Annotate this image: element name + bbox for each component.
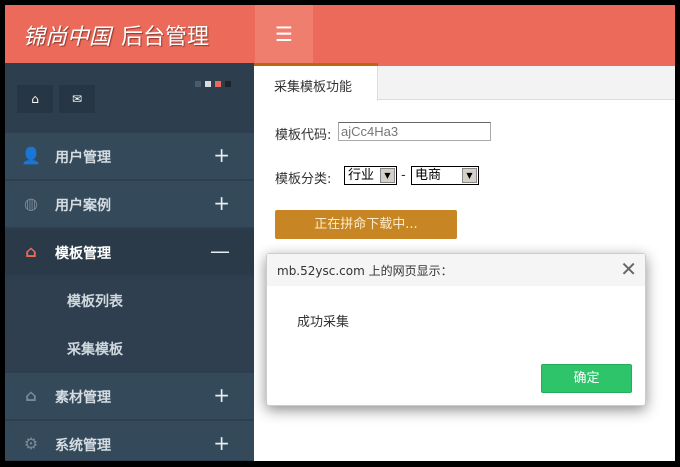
sidebar-item-label: 采集模板 <box>67 342 123 358</box>
download-button[interactable]: 正在拼命下载中... <box>275 210 457 239</box>
home-button[interactable]: ⌂ <box>17 85 53 113</box>
sidebar-item-label: 系统管理 <box>55 438 111 454</box>
category-label: 模板分类: <box>275 172 332 187</box>
logo-title: 后台管理 <box>121 25 210 50</box>
sidebar-item-label: 用户管理 <box>55 150 111 166</box>
menu-icon: ☰ <box>275 22 293 46</box>
ok-button[interactable]: 确定 <box>541 364 632 393</box>
logo-brand: 锦尚中国 <box>23 25 112 50</box>
home-icon: ⌂ <box>25 386 37 405</box>
logo: 锦尚中国 后台管理 <box>23 19 209 51</box>
alert-dialog: mb.52ysc.com 上的网页显示： ✕ 成功采集 确定 <box>266 253 646 406</box>
sidebar-item-system-management[interactable]: ⚙ 系统管理 + <box>5 421 254 461</box>
close-icon[interactable]: ✕ <box>620 257 637 281</box>
category2-select[interactable]: 电商 ▼ <box>411 166 479 185</box>
dialog-title: mb.52ysc.com 上的网页显示： <box>277 264 453 278</box>
user-icon: 👤 <box>21 146 41 165</box>
theme-dot[interactable] <box>215 81 221 87</box>
sidebar-toggle-button[interactable]: ☰ <box>255 5 313 63</box>
expand-icon: + <box>213 143 230 167</box>
top-header: 锦尚中国 后台管理 ☰ <box>5 5 675 63</box>
theme-dot[interactable] <box>205 81 211 87</box>
sidebar-item-label: 用户案例 <box>55 198 111 214</box>
code-label: 模板代码: <box>275 128 332 143</box>
theme-dot[interactable] <box>225 81 231 87</box>
sidebar-subitem-collect-template[interactable]: 采集模板 <box>5 325 254 372</box>
sidebar-item-template-management[interactable]: ⌂ 模板管理 — <box>5 229 254 276</box>
template-code-input[interactable] <box>338 122 491 141</box>
gear-icon: ⚙ <box>23 434 39 453</box>
sidebar-item-user-cases[interactable]: ◍ 用户案例 + <box>5 181 254 228</box>
home-icon: ⌂ <box>31 92 39 106</box>
sidebar-item-user-management[interactable]: 👤 用户管理 + <box>5 133 254 180</box>
chevron-down-icon: ▼ <box>380 168 395 183</box>
collapse-icon: — <box>210 239 230 263</box>
tab-collect-template[interactable]: 采集模板功能 <box>254 66 378 101</box>
sidebar-item-label: 模板管理 <box>55 246 111 262</box>
globe-icon: ◍ <box>24 194 38 213</box>
category1-select[interactable]: 行业 ▼ <box>344 166 397 185</box>
dialog-message: 成功采集 <box>297 315 350 330</box>
separator: - <box>401 168 406 183</box>
sidebar: ⌂ ✉ 👤 用户管理 + ◍ 用户案例 + ⌂ 模板管理 — 模板列表 采集模板… <box>5 63 254 461</box>
home-icon: ⌂ <box>25 242 37 261</box>
theme-dot[interactable] <box>195 81 201 87</box>
selected-value: 电商 <box>415 168 442 183</box>
expand-icon: + <box>213 191 230 215</box>
sidebar-item-label: 模板列表 <box>67 294 123 310</box>
dialog-header: mb.52ysc.com 上的网页显示： ✕ <box>267 254 645 286</box>
chevron-down-icon: ▼ <box>462 168 477 183</box>
sidebar-item-material-management[interactable]: ⌂ 素材管理 + <box>5 373 254 420</box>
sidebar-item-label: 素材管理 <box>55 390 111 406</box>
expand-icon: + <box>213 431 230 455</box>
tab-bar: 采集模板功能 <box>254 66 675 101</box>
mail-icon: ✉ <box>71 92 83 106</box>
mail-button[interactable]: ✉ <box>59 85 95 113</box>
selected-value: 行业 <box>348 168 375 183</box>
expand-icon: + <box>213 383 230 407</box>
sidebar-subitem-template-list[interactable]: 模板列表 <box>5 277 254 324</box>
